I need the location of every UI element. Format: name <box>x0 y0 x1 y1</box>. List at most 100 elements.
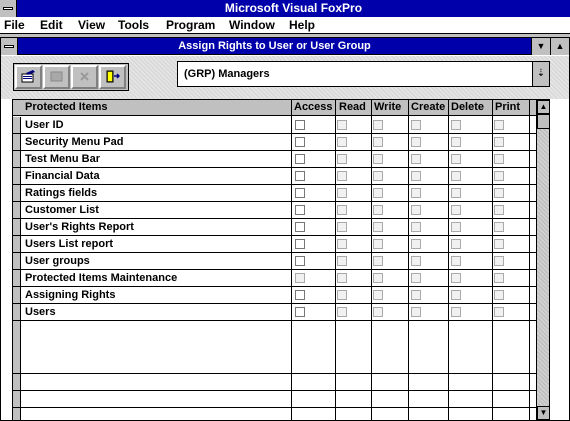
access-checkbox[interactable] <box>295 307 305 317</box>
menu-tools[interactable]: Tools <box>118 18 149 32</box>
write-checkbox[interactable] <box>373 188 383 198</box>
print-checkbox[interactable] <box>494 171 504 181</box>
menu-view[interactable]: View <box>78 18 105 32</box>
menu-window[interactable]: Window <box>229 18 275 32</box>
print-checkbox[interactable] <box>494 273 504 283</box>
access-checkbox[interactable] <box>295 188 305 198</box>
delete-checkbox[interactable] <box>451 222 461 232</box>
create-checkbox[interactable] <box>411 239 421 249</box>
access-checkbox[interactable] <box>295 256 305 266</box>
write-checkbox[interactable] <box>373 154 383 164</box>
maximize-icon[interactable]: ▲ <box>550 38 569 55</box>
grid-vertical-scrollbar[interactable]: ▲ ▼ <box>536 100 549 420</box>
access-checkbox[interactable] <box>295 154 305 164</box>
access-checkbox[interactable] <box>295 120 305 130</box>
print-checkbox[interactable] <box>494 137 504 147</box>
delete-checkbox[interactable] <box>451 273 461 283</box>
window-system-menu-icon[interactable] <box>1 38 18 55</box>
minimize-icon[interactable]: ▼ <box>531 38 550 55</box>
print-checkbox[interactable] <box>494 188 504 198</box>
print-checkbox[interactable] <box>494 205 504 215</box>
access-checkbox[interactable] <box>295 171 305 181</box>
create-checkbox[interactable] <box>411 222 421 232</box>
create-checkbox[interactable] <box>411 290 421 300</box>
delete-checkbox[interactable] <box>451 120 461 130</box>
read-checkbox[interactable] <box>337 239 347 249</box>
print-checkbox[interactable] <box>494 307 504 317</box>
read-checkbox[interactable] <box>337 205 347 215</box>
delete-checkbox[interactable] <box>451 239 461 249</box>
down-arrow-icon[interactable]: ▼ <box>537 406 549 420</box>
edit-button[interactable] <box>15 65 42 89</box>
create-checkbox[interactable] <box>411 137 421 147</box>
write-checkbox[interactable] <box>373 137 383 147</box>
create-checkbox[interactable] <box>411 154 421 164</box>
delete-checkbox[interactable] <box>451 188 461 198</box>
create-checkbox[interactable] <box>411 205 421 215</box>
write-checkbox[interactable] <box>373 171 383 181</box>
up-arrow-icon[interactable]: ▲ <box>537 100 549 114</box>
read-checkbox[interactable] <box>337 222 347 232</box>
print-checkbox[interactable] <box>494 239 504 249</box>
menu-help[interactable]: Help <box>289 18 315 32</box>
write-checkbox[interactable] <box>373 256 383 266</box>
read-checkbox[interactable] <box>337 188 347 198</box>
column-write[interactable]: Write <box>374 101 401 113</box>
delete-checkbox[interactable] <box>451 290 461 300</box>
print-checkbox[interactable] <box>494 256 504 266</box>
print-checkbox[interactable] <box>494 154 504 164</box>
create-checkbox[interactable] <box>411 120 421 130</box>
write-checkbox[interactable] <box>373 307 383 317</box>
write-checkbox[interactable] <box>373 273 383 283</box>
delete-checkbox[interactable] <box>451 171 461 181</box>
menu-edit[interactable]: Edit <box>40 18 63 32</box>
column-delete[interactable]: Delete <box>451 101 484 113</box>
read-checkbox[interactable] <box>337 120 347 130</box>
access-checkbox[interactable] <box>295 239 305 249</box>
column-access[interactable]: Access <box>294 101 333 113</box>
write-checkbox[interactable] <box>373 222 383 232</box>
write-checkbox[interactable] <box>373 120 383 130</box>
column-read[interactable]: Read <box>339 101 366 113</box>
read-checkbox[interactable] <box>337 256 347 266</box>
create-checkbox[interactable] <box>411 188 421 198</box>
print-checkbox[interactable] <box>494 290 504 300</box>
menu-file[interactable]: File <box>4 18 25 32</box>
print-checkbox[interactable] <box>494 120 504 130</box>
read-checkbox[interactable] <box>337 171 347 181</box>
delete-checkbox[interactable] <box>451 256 461 266</box>
save-button[interactable] <box>43 65 70 89</box>
app-system-menu-icon[interactable] <box>0 0 17 17</box>
access-checkbox[interactable] <box>295 205 305 215</box>
read-checkbox[interactable] <box>337 137 347 147</box>
down-arrow-icon[interactable]: ⇣ <box>532 62 549 86</box>
column-protected-items[interactable]: Protected Items <box>25 101 108 113</box>
read-checkbox[interactable] <box>337 273 347 283</box>
exit-button[interactable] <box>99 65 126 89</box>
column-create[interactable]: Create <box>411 101 445 113</box>
create-checkbox[interactable] <box>411 307 421 317</box>
menu-program[interactable]: Program <box>166 18 215 32</box>
access-checkbox[interactable] <box>295 222 305 232</box>
write-checkbox[interactable] <box>373 239 383 249</box>
create-checkbox[interactable] <box>411 256 421 266</box>
access-checkbox[interactable] <box>295 290 305 300</box>
cancel-button[interactable] <box>71 65 98 89</box>
write-checkbox[interactable] <box>373 205 383 215</box>
column-print[interactable]: Print <box>495 101 520 113</box>
create-checkbox[interactable] <box>411 171 421 181</box>
read-checkbox[interactable] <box>337 290 347 300</box>
create-checkbox[interactable] <box>411 273 421 283</box>
scroll-thumb[interactable] <box>537 114 549 129</box>
access-checkbox[interactable] <box>295 137 305 147</box>
delete-checkbox[interactable] <box>451 307 461 317</box>
user-group-combo[interactable]: (GRP) Managers ⇣ <box>177 61 550 87</box>
delete-checkbox[interactable] <box>451 154 461 164</box>
access-checkbox[interactable] <box>295 273 305 283</box>
print-checkbox[interactable] <box>494 222 504 232</box>
read-checkbox[interactable] <box>337 307 347 317</box>
delete-checkbox[interactable] <box>451 205 461 215</box>
delete-checkbox[interactable] <box>451 137 461 147</box>
read-checkbox[interactable] <box>337 154 347 164</box>
write-checkbox[interactable] <box>373 290 383 300</box>
